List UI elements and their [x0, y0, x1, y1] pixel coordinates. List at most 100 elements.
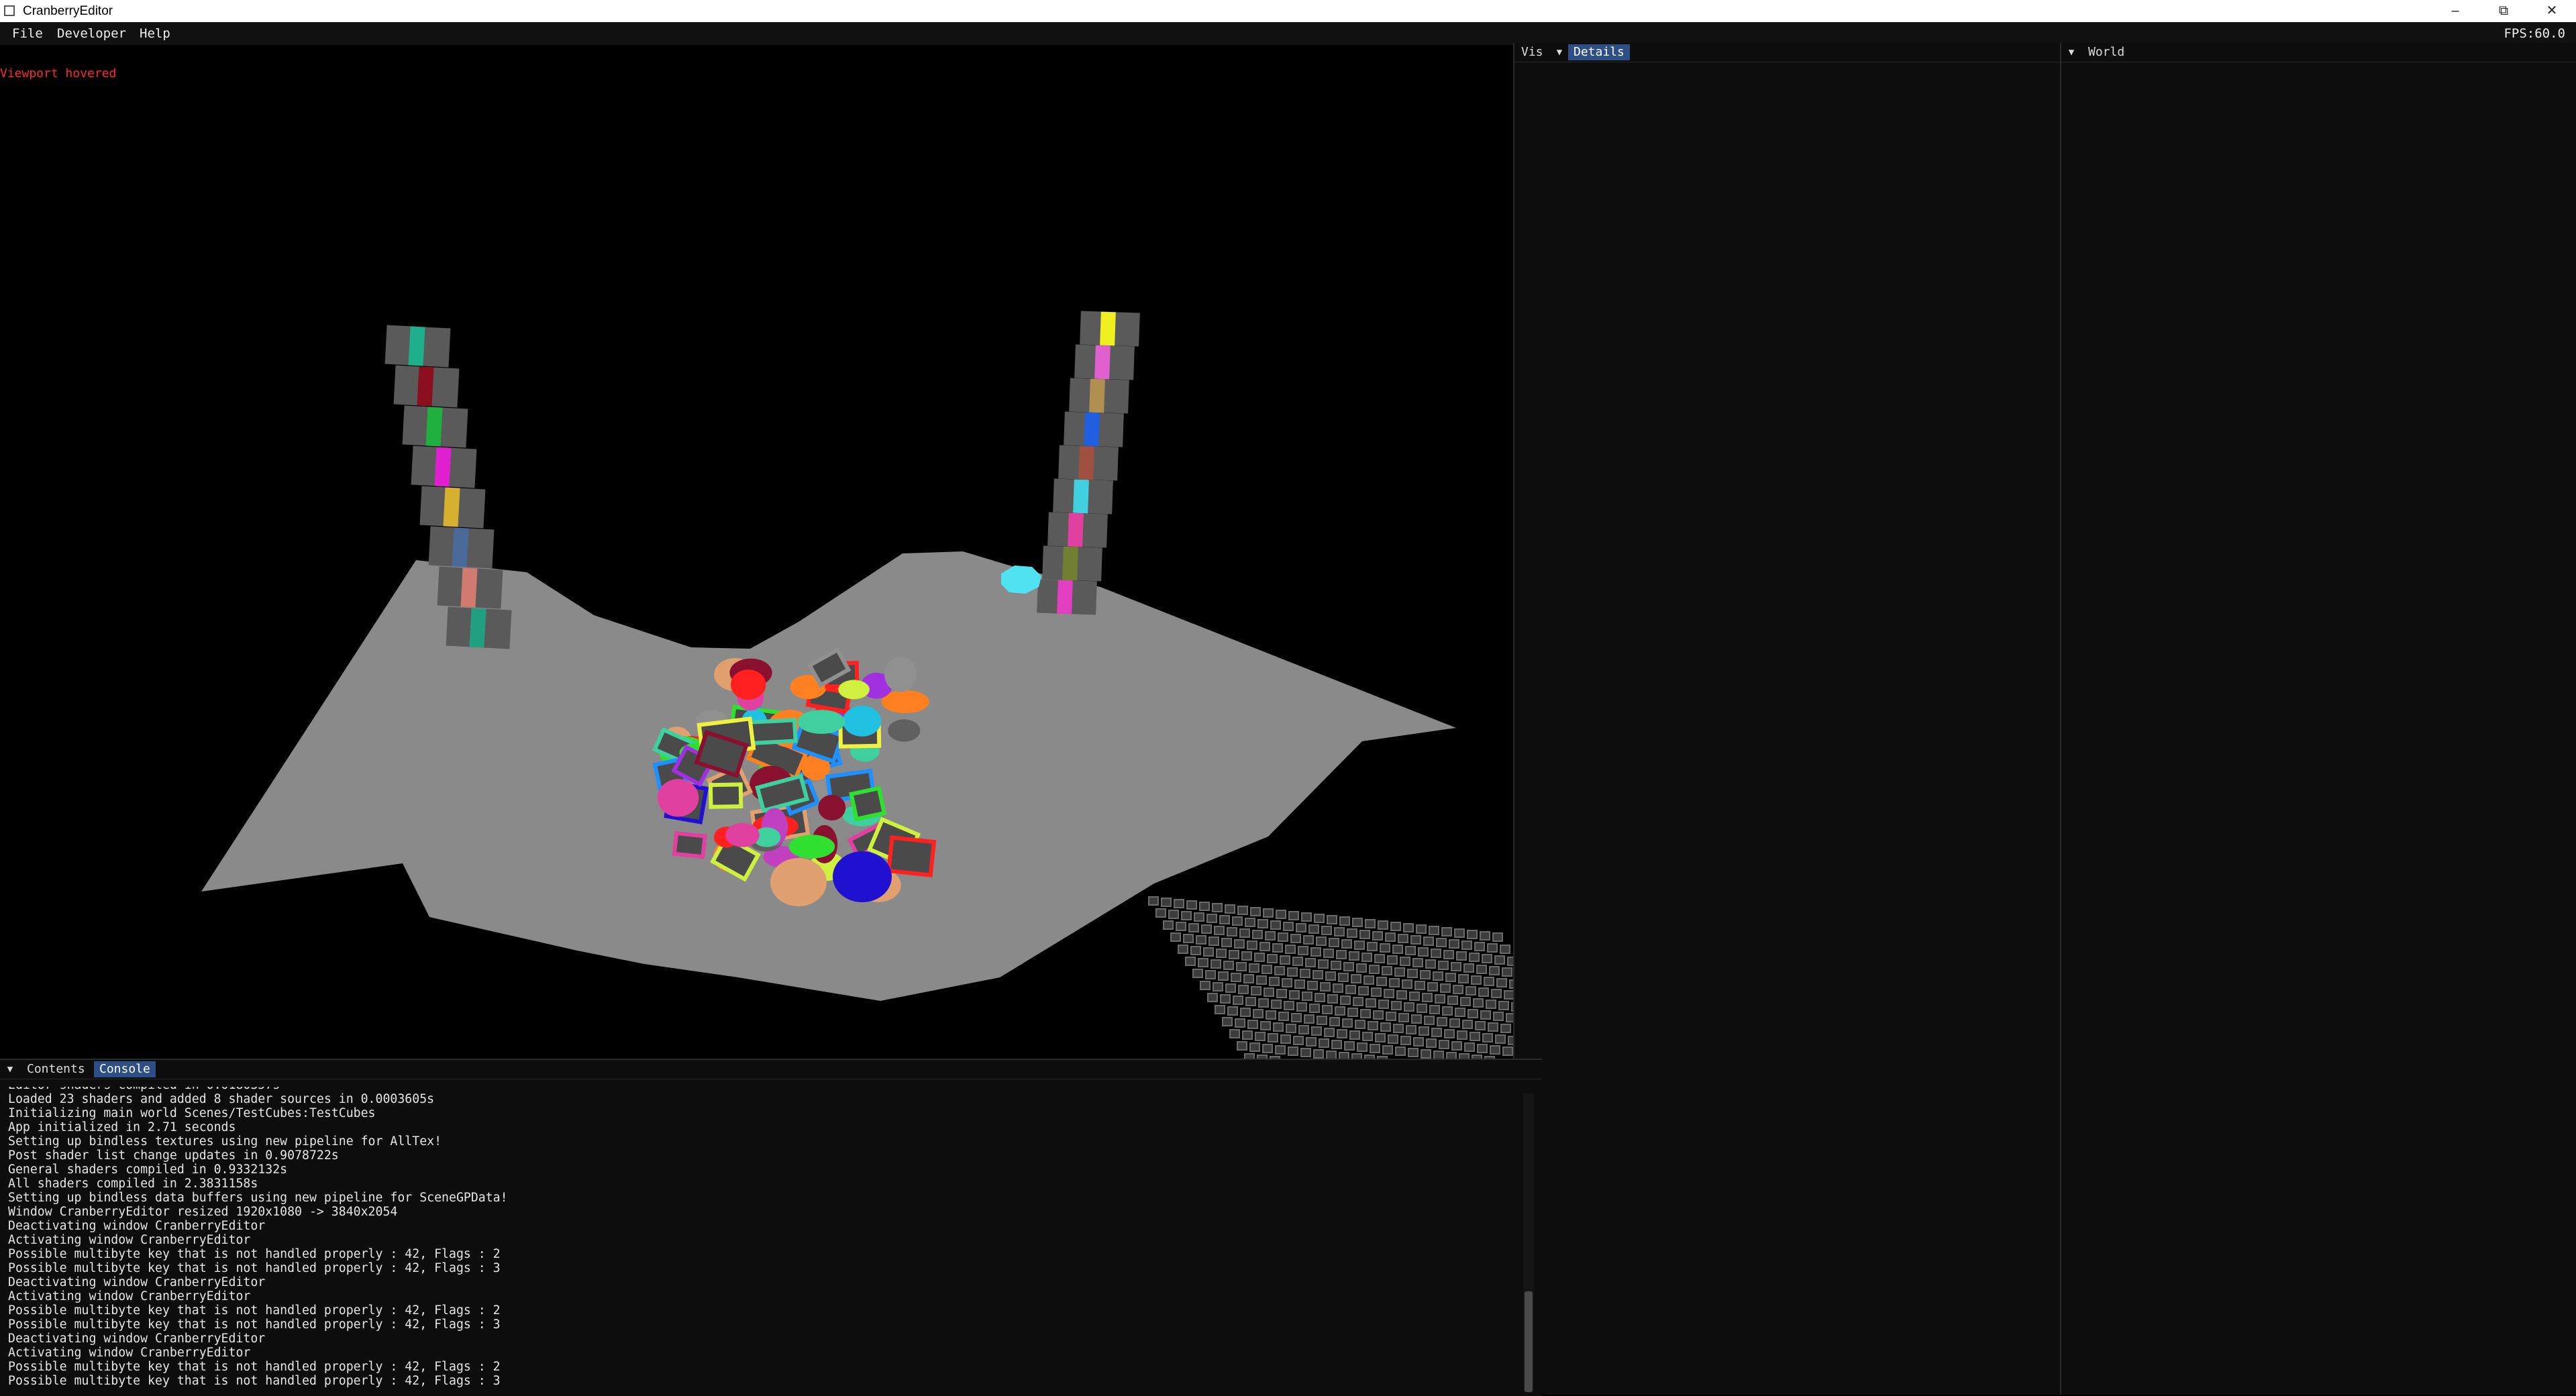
scene-cube [1089, 378, 1105, 413]
tab-vis[interactable]: Vis [1516, 44, 1549, 60]
console-line: Setting up bindless data buffers using n… [8, 1191, 508, 1205]
grid-cube [1303, 935, 1314, 945]
grid-cube [1276, 910, 1286, 919]
grid-cube [1257, 919, 1268, 928]
grid-cube [1355, 1020, 1366, 1029]
grid-cube [1336, 950, 1347, 959]
grid-cube [1238, 985, 1249, 994]
grid-cube [1462, 1020, 1473, 1029]
grid-cube [1313, 1049, 1324, 1059]
grid-cube [1429, 926, 1439, 935]
grid-cube [1327, 994, 1338, 1004]
grid-cube [1304, 1014, 1315, 1024]
window-titlebar: CranberryEditor – ⧉ ✕ [0, 0, 2576, 22]
tab-contents[interactable]: Contents [21, 1061, 91, 1077]
grid-cube [1214, 926, 1225, 935]
grid-cube [1471, 975, 1482, 985]
grid-cube [1320, 982, 1331, 991]
fps-counter: FPS:60.0 [2504, 26, 2565, 41]
grid-cube [1239, 928, 1250, 938]
close-button[interactable]: ✕ [2531, 0, 2573, 22]
grid-cube [1480, 1010, 1491, 1020]
grid-cube [1240, 1008, 1251, 1017]
scene-cube [452, 527, 469, 568]
grid-cube [1170, 932, 1181, 942]
console-scroll-thumb[interactable] [1525, 1291, 1533, 1392]
grid-cube [1339, 916, 1350, 926]
grid-cube [1492, 932, 1503, 942]
grid-cube [1168, 910, 1179, 919]
grid-cube [1243, 974, 1254, 983]
scene-cube [1073, 479, 1089, 514]
grid-cube [1408, 1048, 1419, 1057]
grid-cube [1351, 974, 1361, 983]
grid-cube [1306, 1037, 1317, 1046]
tab-dropdown-icon[interactable]: ▼ [3, 1061, 17, 1077]
console-line: Possible multibyte key that is not handl… [8, 1374, 501, 1388]
menu-file[interactable]: File [12, 26, 43, 41]
grid-cube [1410, 935, 1421, 945]
grid-cube [1394, 967, 1405, 977]
grid-cube [1284, 1001, 1294, 1010]
grid-cube [1245, 918, 1255, 927]
grid-cube [1372, 931, 1383, 941]
grid-cube [1480, 931, 1490, 941]
grid-cube [1482, 954, 1492, 963]
tab-details[interactable]: Details [1568, 44, 1630, 60]
tab-dropdown-icon[interactable]: ▼ [2064, 44, 2079, 60]
grid-cube [1382, 966, 1392, 975]
grid-cube [1256, 975, 1267, 985]
grid-cube [1263, 908, 1274, 918]
scene-cube [849, 786, 887, 822]
grid-cube [1190, 946, 1201, 955]
grid-cube [1255, 1032, 1266, 1041]
console-line: Activating window CranberryEditor [8, 1233, 251, 1247]
grid-cube [1388, 1034, 1398, 1044]
scene-cube [434, 447, 452, 487]
grid-cube [1268, 1033, 1278, 1042]
grid-cube [1404, 1002, 1414, 1012]
grid-cube [1236, 962, 1247, 971]
restore-button[interactable]: ⧉ [2483, 0, 2524, 22]
grid-cube [1275, 1045, 1286, 1055]
grid-cube [1343, 962, 1354, 971]
grid-cube [1465, 986, 1476, 996]
console-line: Possible multibyte key that is not handl… [8, 1318, 501, 1332]
console-line: Deactivating window CranberryEditor [8, 1219, 266, 1233]
grid-cube [1378, 1000, 1389, 1009]
console-line: Post shader list change updates in 0.907… [8, 1148, 339, 1163]
grid-cube [1261, 965, 1272, 974]
grid-cube [1323, 949, 1334, 958]
tab-console[interactable]: Console [94, 1061, 156, 1077]
grid-cube [1368, 1021, 1378, 1030]
menu-developer[interactable]: Developer [57, 26, 126, 41]
scene-sphere [838, 680, 870, 700]
console-line: Setting up bindless textures using new p… [8, 1134, 442, 1148]
grid-cube [1216, 949, 1227, 958]
grid-cube [1192, 969, 1203, 978]
grid-cube [1390, 922, 1401, 931]
grid-cube [1358, 986, 1369, 996]
menu-help[interactable]: Help [140, 26, 170, 41]
tab-world[interactable]: World [2083, 44, 2130, 60]
grid-cube [1421, 1049, 1431, 1059]
scene-viewport[interactable]: Viewport hovered [0, 45, 1542, 1059]
scene-cube [408, 326, 425, 366]
grid-cube [1402, 979, 1412, 989]
grid-cube [1488, 1022, 1498, 1032]
grid-cube [1431, 949, 1441, 958]
grid-cube [1387, 955, 1398, 965]
grid-cube [1259, 942, 1270, 951]
grid-cube [1207, 993, 1218, 1002]
grid-cube [1331, 1040, 1342, 1049]
grid-cube [1349, 1030, 1360, 1040]
console-line: All shaders compiled in 2.3831158s [8, 1177, 258, 1191]
minimize-button[interactable]: – [2434, 0, 2476, 22]
menu-bar: File Developer Help FPS:60.0 [0, 22, 2576, 45]
scene-cube [1062, 546, 1078, 581]
grid-cube [1233, 996, 1243, 1005]
grid-cube [1220, 994, 1231, 1004]
scene-cube [1057, 580, 1073, 614]
grid-cube [1326, 1051, 1337, 1059]
tab-dropdown-icon[interactable]: ▼ [1552, 44, 1567, 60]
